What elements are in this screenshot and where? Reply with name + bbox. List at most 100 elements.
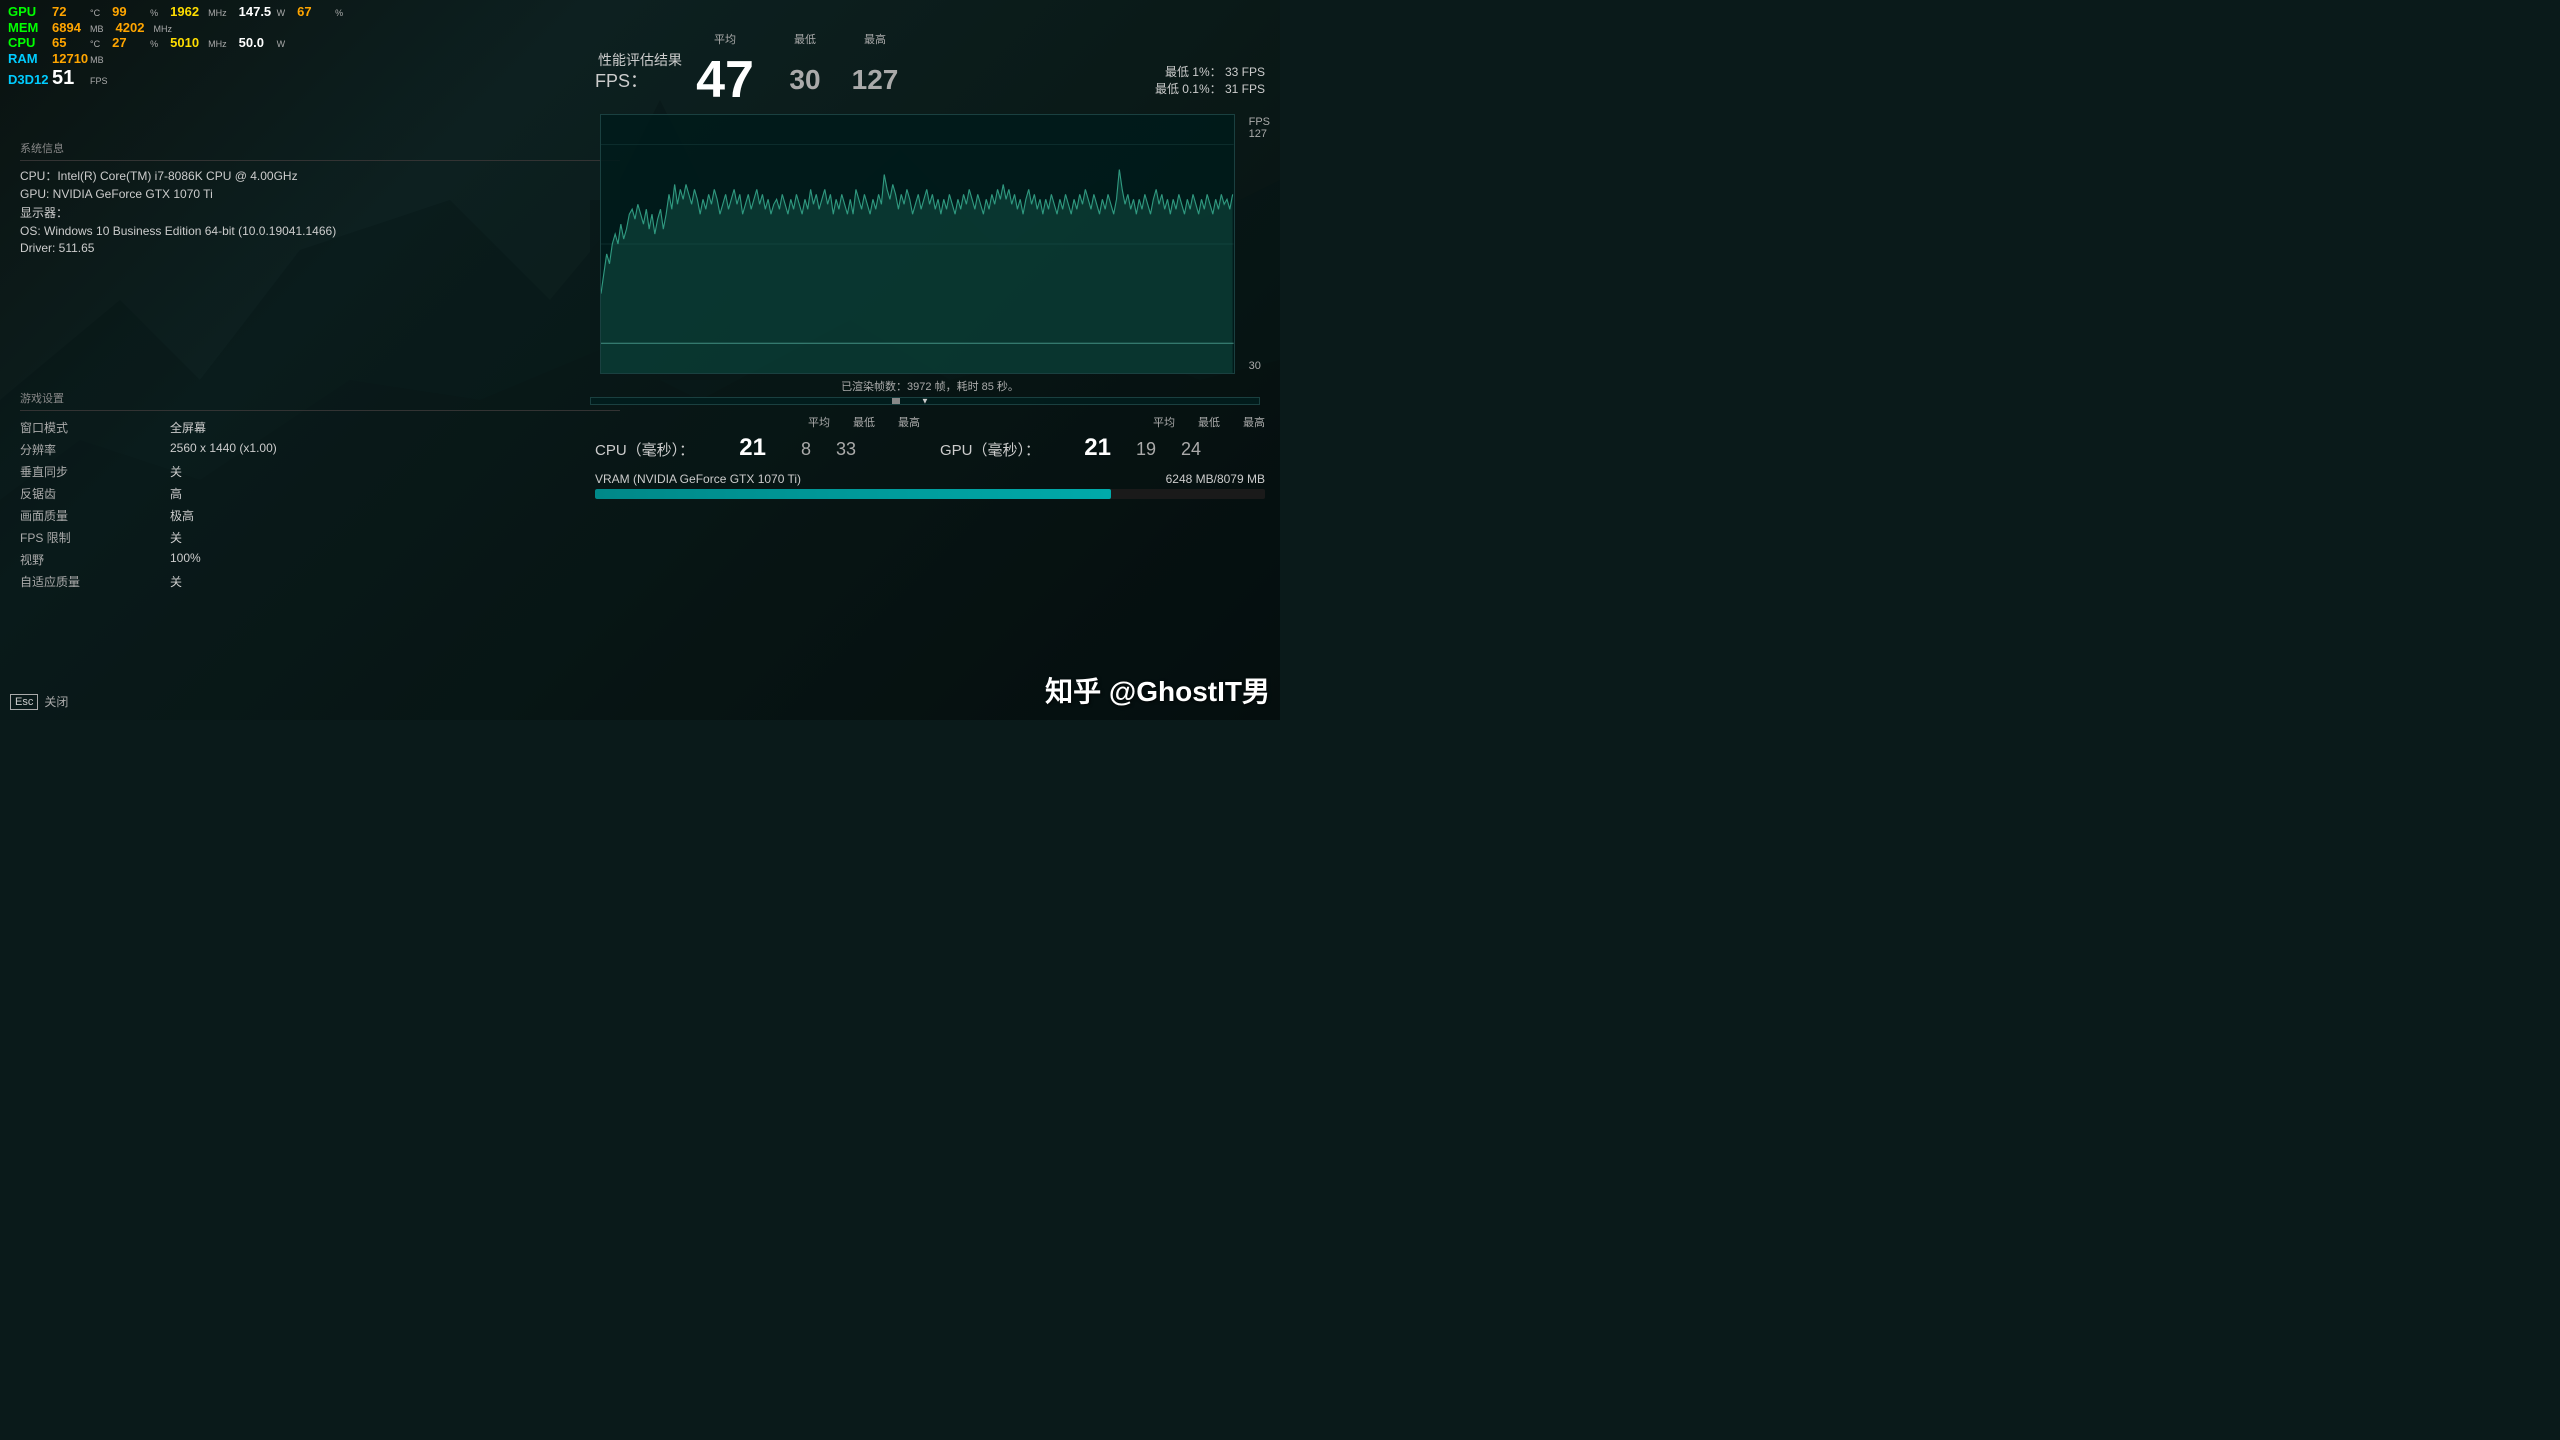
scrubber-bar[interactable]: ▼ <box>590 397 1260 405</box>
settings-fov-val: 100% <box>170 551 201 568</box>
hud-cpu-load: 27 <box>112 35 148 51</box>
watermark: 知乎 @GhostIT男 <box>1045 670 1270 710</box>
hud-d3d-fps-unit: FPS <box>90 76 108 87</box>
settings-adaptive-key: 自适应质量 <box>20 573 170 590</box>
settings-aa-key: 反锯齿 <box>20 485 170 502</box>
hud-mem-unit: MB <box>90 24 104 35</box>
fps-chart <box>600 114 1235 374</box>
gpu-max-val: 24 <box>1156 439 1201 460</box>
hud-gpu-power-unit: W <box>277 8 286 19</box>
system-info-panel: 系统信息 CPU：Intel(R) Core(TM) i7-8086K CPU … <box>0 130 640 268</box>
hud-cpu-temp-unit: °C <box>90 39 100 50</box>
hud-cpu-power: 50.0 <box>239 35 275 51</box>
settings-window-mode-key: 窗口模式 <box>20 419 170 436</box>
settings-fps-limit: FPS 限制 关 <box>20 529 620 546</box>
fps-percentile: 最低 1%： 33 FPS 最低 0.1%： 31 FPS <box>1155 63 1265 97</box>
system-info-os: OS: Windows 10 Business Edition 64-bit (… <box>20 224 620 238</box>
close-label[interactable]: 关闭 <box>44 693 68 710</box>
hud-gpu-vram: 67 <box>297 4 333 20</box>
fps-chart-svg <box>601 115 1234 373</box>
fps-avg-header: 平均 <box>714 34 736 46</box>
cpu-avg-val: 21 <box>721 434 766 462</box>
settings-vsync-val: 关 <box>170 463 182 480</box>
settings-vsync-key: 垂直同步 <box>20 463 170 480</box>
fps-percentile-01-label: 最低 0.1%： <box>1155 82 1222 96</box>
chart-y-max-val: 127 <box>1249 128 1270 140</box>
hud-gpu-label: GPU <box>8 4 50 20</box>
vram-bar-outer <box>595 489 1265 499</box>
settings-aa: 反锯齿 高 <box>20 485 620 502</box>
hud-ram-row: RAM 12710 MB <box>8 51 353 67</box>
cpu-ms-row: CPU（毫秒）： 21 8 33 <box>595 434 920 462</box>
scrubber-handle[interactable] <box>892 398 900 404</box>
cpu-max-header: 最高 <box>875 414 920 430</box>
cpu-ms-label: CPU（毫秒）： <box>595 439 715 460</box>
hud-gpu-load-unit: % <box>150 8 158 19</box>
hud-cpu-label: CPU <box>8 35 50 51</box>
system-info-title: 系统信息 <box>20 140 620 161</box>
hud-ram-val: 12710 <box>52 51 88 67</box>
settings-window-mode: 窗口模式 全屏幕 <box>20 419 620 436</box>
settings-resolution-val: 2560 x 1440 (x1.00) <box>170 441 277 458</box>
esc-key[interactable]: Esc <box>10 694 38 710</box>
gpu-min-header: 最低 <box>1175 414 1220 430</box>
fps-max-val: 127 <box>852 64 899 95</box>
fps-max-header: 最高 <box>864 34 886 46</box>
fps-min-header: 最低 <box>794 34 816 46</box>
settings-fps-limit-val: 关 <box>170 529 182 546</box>
gpu-avg-val: 21 <box>1066 434 1111 462</box>
hud-gpu-clock: 1962 <box>170 4 206 20</box>
vram-val: 6248 MB/8079 MB <box>1166 472 1265 486</box>
chart-y-axis: FPS 127 30 <box>1245 114 1270 374</box>
hud-d3d-fps: 51 <box>52 66 88 90</box>
vram-bar-inner <box>595 489 1111 499</box>
esc-close-area[interactable]: Esc 关闭 <box>10 693 68 710</box>
hud-cpu-load-unit: % <box>150 39 158 50</box>
hud-cpu-clock: 5010 <box>170 35 206 51</box>
cpu-min-val: 8 <box>766 439 811 460</box>
settings-fov: 视野 100% <box>20 551 620 568</box>
fps-percentile-01-row: 最低 0.1%： 31 FPS <box>1155 80 1265 97</box>
hud-mem-label: MEM <box>8 20 50 36</box>
fps-percentile-01-val: 31 FPS <box>1225 82 1265 96</box>
hud-cpu-clock-unit: MHz <box>208 39 227 50</box>
settings-fov-key: 视野 <box>20 551 170 568</box>
chart-y-min-val: 30 <box>1249 360 1270 372</box>
hud-gpu-temp: 72 <box>52 4 88 20</box>
gpu-ms-label: GPU（毫秒）： <box>940 439 1060 460</box>
fps-text-label: FPS <box>1249 116 1270 128</box>
hud-cpu-temp: 65 <box>52 35 88 51</box>
fps-percentile-1-label: 最低 1%： <box>1165 65 1222 79</box>
hud-ram-label: RAM <box>8 51 50 67</box>
hud-mem-val: 6894 <box>52 20 88 36</box>
chart-and-labels: FPS 127 30 <box>590 114 1270 374</box>
hud-gpu-load: 99 <box>112 4 148 20</box>
settings-quality-key: 画面质量 <box>20 507 170 524</box>
cpu-avg-header: 平均 <box>785 414 830 430</box>
system-info-cpu: CPU：Intel(R) Core(TM) i7-8086K CPU @ 4.0… <box>20 167 620 184</box>
hud-mem-freq: 4202 <box>116 20 152 36</box>
gpu-ms-row: GPU（毫秒）： 21 19 24 <box>940 434 1265 462</box>
settings-resolution: 分辨率 2560 x 1440 (x1.00) <box>20 441 620 458</box>
vram-label: VRAM (NVIDIA GeForce GTX 1070 Ti) <box>595 472 801 486</box>
chart-wrapper: FPS 127 30 已渲染帧数：3972 帧，耗时 85 秒。 <box>590 114 1270 394</box>
game-settings-panel: 游戏设置 窗口模式 全屏幕 分辨率 2560 x 1440 (x1.00) 垂直… <box>0 380 640 605</box>
vram-section: VRAM (NVIDIA GeForce GTX 1070 Ti) 6248 M… <box>590 468 1270 503</box>
settings-adaptive: 自适应质量 关 <box>20 573 620 590</box>
settings-window-mode-val: 全屏幕 <box>170 419 206 436</box>
hud-d3d-label: D3D12 <box>8 72 50 88</box>
system-info-gpu: GPU: NVIDIA GeForce GTX 1070 Ti <box>20 187 620 201</box>
fps-min-val: 30 <box>789 64 820 95</box>
gpu-avg-header: 平均 <box>1130 414 1175 430</box>
settings-adaptive-val: 关 <box>170 573 182 590</box>
cpu-ms-headers: 平均 最低 最高 <box>595 414 920 430</box>
frames-info: 已渲染帧数：3972 帧，耗时 85 秒。 <box>590 378 1270 394</box>
settings-quality: 画面质量 极高 <box>20 507 620 524</box>
cpu-ms-group: 平均 最低 最高 CPU（毫秒）： 21 8 33 <box>595 414 920 462</box>
settings-aa-val: 高 <box>170 485 182 502</box>
game-settings-title: 游戏设置 <box>20 390 620 411</box>
settings-fps-limit-key: FPS 限制 <box>20 529 170 546</box>
hud-cpu-row: CPU 65 °C 27 % 5010 MHz 50.0 W <box>8 35 353 51</box>
hud-gpu-row: GPU 72 °C 99 % 1962 MHz 147.5 W 67 % <box>8 4 353 20</box>
fps-percentile-1-val: 33 FPS <box>1225 65 1265 79</box>
